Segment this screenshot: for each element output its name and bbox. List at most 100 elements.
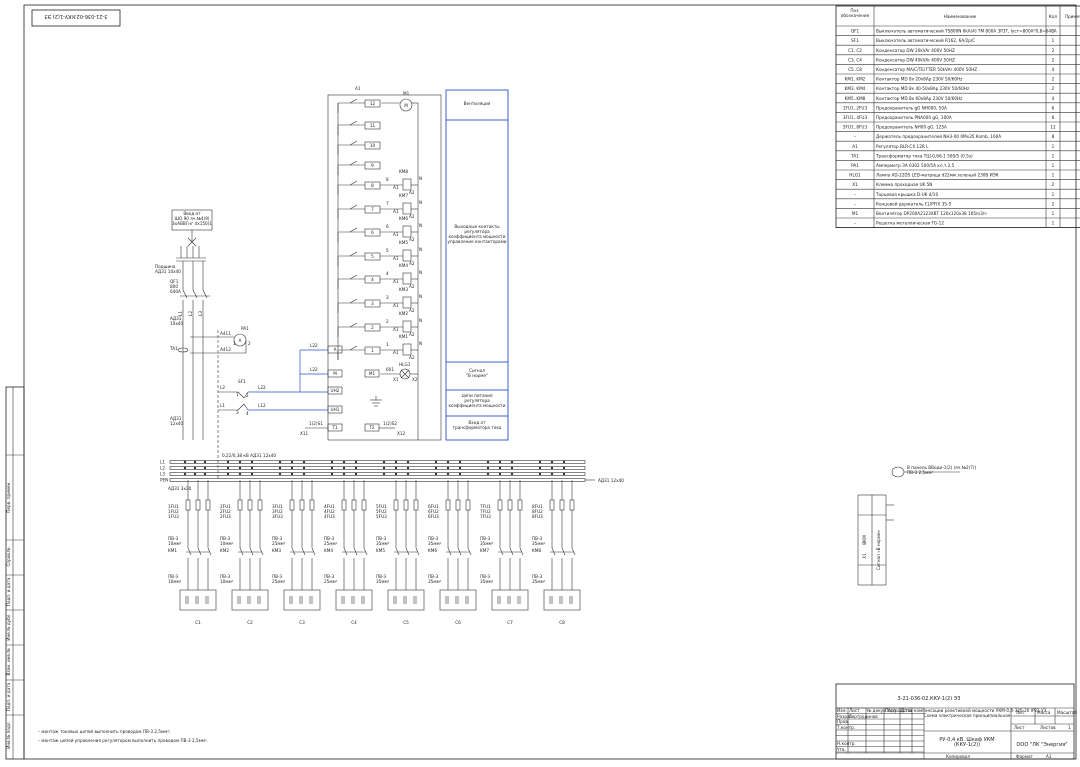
coil-pin: A1	[393, 209, 399, 214]
bus-tap	[394, 472, 398, 476]
wire-601: 601	[386, 367, 394, 372]
title-lit: Лит.	[1016, 710, 1026, 715]
pin: 4	[246, 411, 249, 416]
sf1-contact	[237, 391, 245, 399]
bus-tap	[203, 472, 207, 476]
coil-pin: A2	[409, 308, 415, 313]
bus-label: 10x40	[170, 321, 183, 326]
bus-tap	[193, 466, 197, 470]
coil-pin: N	[419, 341, 422, 346]
fuse	[559, 499, 565, 511]
wire-spec: 25мм²	[324, 579, 338, 584]
wire-spec: 25мм²	[324, 541, 338, 546]
spec-cell-qty: 4	[1052, 96, 1055, 101]
km-contact	[415, 547, 420, 556]
fuse	[185, 499, 191, 511]
capacitor-label: C5	[403, 620, 409, 625]
bus-tap	[302, 460, 306, 464]
spec-cell-qty: 1	[1052, 221, 1055, 226]
km-contact	[561, 547, 566, 556]
bus-tap	[486, 460, 490, 464]
wire-spec: 35мм²	[376, 541, 390, 546]
capacitor-label: C4	[351, 620, 357, 625]
bus-tap	[226, 472, 230, 476]
bus-phase-label: L1	[160, 460, 165, 465]
bus-tap	[550, 460, 554, 464]
terminal-num: 3	[371, 301, 374, 306]
terminal-num: 7	[371, 207, 374, 212]
input-section: Ввод отШО 90 яч.№4(9)3xАВВГнг 4x150(1Под…	[155, 209, 276, 480]
coil-label: KM5	[399, 240, 408, 245]
spec-cell-name: Торцевая крышка D-UK 4/10	[875, 192, 938, 197]
spec-cell-pos: M1	[852, 211, 859, 216]
title-sheets: Листов	[1040, 725, 1056, 730]
fuse	[309, 499, 315, 511]
bus-tap	[382, 466, 386, 470]
wire-spec: 25мм²	[272, 579, 286, 584]
spec-cell-name: Держатель предохранителей NH3-00 0Mx35 K…	[876, 134, 1001, 139]
fuse	[205, 499, 211, 511]
fuse	[361, 499, 367, 511]
bus-tap	[183, 472, 187, 476]
fuse-label: 2FU3	[220, 514, 231, 519]
bus-tap	[550, 472, 554, 476]
stamp-label: Взам. инв.№	[6, 648, 11, 676]
spec-cell-pos: C1, C2	[848, 48, 862, 53]
wire-spec: 10мм²	[168, 541, 182, 546]
bus-right-label: АД31 12x40	[598, 478, 624, 483]
km-contact	[447, 547, 452, 556]
bus-tap	[278, 466, 282, 470]
term-M-label: M	[333, 371, 337, 376]
bus-tap	[446, 472, 450, 476]
a412-label: A412	[220, 347, 231, 352]
term-A-label: A	[334, 347, 337, 352]
coil-label: KM3	[399, 287, 408, 292]
notes: – монтаж токовых цепей выполнить проводо…	[38, 729, 208, 743]
spec-cell-qty: 2	[1052, 77, 1055, 82]
spec-cell-qty: 1	[1052, 163, 1055, 168]
km-contact	[311, 547, 316, 556]
spec-cell-pos: C3, C4	[848, 57, 862, 62]
title-code: 3-21-036-02.ККУ-1(2) ЭЗ	[898, 696, 961, 702]
bus-tap	[498, 460, 502, 464]
spec-cell-qty: 12	[1050, 125, 1056, 130]
wire-spec: 35мм²	[428, 579, 442, 584]
branch-C3: 3FU13FU23FU3ПВ-325мм²KM3ПВ-325мм²C3	[272, 480, 321, 625]
title-desc: Схема электрическая принципиальная	[924, 713, 1011, 718]
km-contact	[509, 547, 514, 556]
tb-cell: Изм.	[837, 708, 847, 713]
terminal-num: 9	[371, 163, 374, 168]
spec-cell-qty: 2	[1052, 201, 1055, 206]
bus-tap	[250, 466, 254, 470]
bus-tap	[486, 472, 490, 476]
lamp-pin: X1	[393, 377, 399, 382]
spec-cell-qty: 1	[1052, 29, 1055, 34]
fuse	[445, 499, 451, 511]
motor-symbol: M	[404, 103, 408, 108]
spec-cell-name: Контактор MD 8x 40-50x8Ap 230V 50/60Hz	[876, 86, 970, 91]
pin: 2	[248, 341, 251, 346]
pa1-label: PA1	[241, 326, 249, 331]
branch-C5: 5FU15FU25FU3ПВ-335мм²KM5ПВ-335мм²C5	[376, 480, 425, 625]
fuse	[465, 499, 471, 511]
note-1: – монтаж токовых цепей выполнить проводо…	[38, 729, 170, 734]
fuse	[299, 499, 305, 511]
bus-tap	[354, 460, 358, 464]
wire-label: L1	[220, 403, 225, 408]
doc-code-box: 3-21-036-02.ККУ-1(2) ЭЗ	[31, 9, 121, 27]
spec-cell-name: Предохранитель NH00 gG, 125A	[876, 125, 947, 130]
km-label: KM4	[324, 548, 333, 553]
fuse	[237, 499, 243, 511]
spec-cell-pos: C5..C8	[848, 67, 862, 72]
tb-cell: Гертрудинов	[849, 714, 878, 719]
fuse	[195, 499, 201, 511]
spec-cell-pos: –	[854, 201, 856, 206]
bus-tap	[250, 472, 254, 476]
pin: 2	[246, 393, 249, 398]
coil-num: 8	[386, 177, 389, 182]
bus-PEN	[169, 478, 586, 482]
bus-tap	[183, 460, 187, 464]
km-contact	[291, 547, 296, 556]
fuse-label: 4FU3	[324, 514, 335, 519]
bus-phase-label: L3	[160, 472, 165, 477]
